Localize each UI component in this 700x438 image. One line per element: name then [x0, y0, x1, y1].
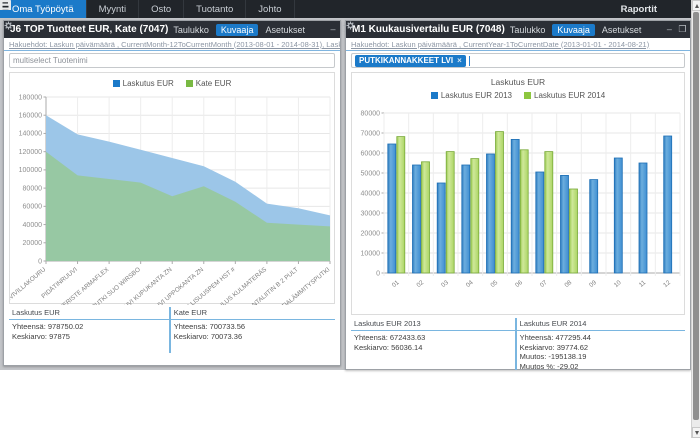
svg-text:11: 11 [638, 279, 648, 289]
tab-taulukko[interactable]: Taulukko [505, 24, 551, 36]
svg-text:04: 04 [465, 279, 475, 289]
summary-kate: Kate EUR Yhteensä: 700733.56 Keskiarvo: … [168, 307, 335, 353]
svg-text:50000: 50000 [361, 170, 381, 177]
svg-text:02: 02 [415, 279, 425, 289]
svg-text:80000: 80000 [361, 110, 381, 117]
summary-header: Kate EUR [170, 307, 335, 320]
nav-item-myynti[interactable]: Myynti [87, 0, 140, 18]
svg-text:60000: 60000 [23, 204, 43, 211]
svg-text:KIVIVILLAKOURU: KIVIVILLAKOURU [10, 266, 48, 305]
search-conditions[interactable]: Hakuehdot: Laskun päivämäärä , CurrentMo… [4, 38, 340, 51]
svg-text:140000: 140000 [19, 131, 42, 138]
widget-titlebar[interactable]: M1 Kuukausivertailu EUR (7048) Taulukko … [346, 21, 698, 38]
text-cursor [468, 55, 470, 66]
maximize-icon[interactable]: ❒ [677, 25, 687, 34]
summary-average: Keskiarvo: 56036.14 [354, 342, 423, 352]
summary-laskutus: Laskutus EUR Yhteensä: 978750.02 Keskiar… [9, 307, 169, 353]
summary-change: Muutos: -195138.19 [519, 352, 587, 361]
minimize-icon[interactable]: – [664, 25, 674, 34]
summary-total: Yhteensä: 477295.44 [519, 333, 591, 342]
svg-text:80000: 80000 [23, 185, 43, 192]
nav-item-tuotanto[interactable]: Tuotanto [184, 0, 247, 18]
svg-text:180000: 180000 [19, 94, 42, 101]
page-scrollbar [691, 0, 700, 438]
summary-total: Yhteensä: 672433.63 [354, 333, 426, 342]
summary-header: Laskutus EUR [9, 307, 169, 320]
widget-month-comparison: M1 Kuukausivertailu EUR (7048) Taulukko … [345, 20, 698, 371]
summary-section: Laskutus EUR 2013 Yhteensä: 672433.63 Ke… [351, 318, 685, 371]
widget-titlebar[interactable]: J6 TOP Tuotteet EUR, Kate (7047) Taulukk… [4, 21, 362, 38]
scroll-down-button[interactable] [692, 427, 700, 438]
reports-label[interactable]: Raportit [621, 4, 657, 15]
tab-asetukset[interactable]: Asetukset [260, 24, 310, 36]
svg-text:70000: 70000 [361, 130, 381, 137]
summary-2014: Laskutus EUR 2014 Yhteensä: 477295.44 Ke… [514, 318, 685, 371]
summary-header: Laskutus EUR 2013 [351, 318, 515, 331]
filter-chip: PUTKIKANNAKKEET LVI × [355, 54, 466, 67]
minimize-icon[interactable]: – [328, 25, 338, 34]
svg-text:08: 08 [563, 279, 573, 289]
svg-text:10000: 10000 [361, 250, 381, 257]
svg-text:20000: 20000 [23, 240, 43, 247]
svg-text:10: 10 [613, 279, 623, 289]
svg-text:09: 09 [588, 279, 598, 289]
svg-text:20000: 20000 [361, 230, 381, 237]
nav-item-johto[interactable]: Johto [246, 0, 295, 18]
svg-text:03: 03 [440, 279, 450, 289]
bar-chart[interactable]: Laskutus EUR Laskutus EUR 2013 Laskutus EU… [351, 72, 685, 315]
search-conditions[interactable]: Hakuehdot: Laskun päivämäärä , CurrentYe… [346, 38, 690, 51]
summary-average: Keskiarvo: 97875 [12, 331, 70, 341]
top-navbar: Oma Työpöytä Myynti Osto Tuotanto Johto … [0, 0, 691, 18]
scrollbar-thumb[interactable] [693, 12, 699, 420]
summary-total: Yhteensä: 700733.56 [173, 322, 246, 331]
summary-header: Laskutus EUR 2014 [516, 318, 685, 331]
svg-text:160000: 160000 [19, 113, 42, 120]
summary-2013: Laskutus EUR 2013 Yhteensä: 672433.63 Ke… [351, 318, 515, 370]
svg-text:30000: 30000 [361, 210, 381, 217]
nav-item-osto[interactable]: Osto [139, 0, 185, 18]
svg-text:40000: 40000 [361, 190, 381, 197]
svg-text:0: 0 [376, 270, 380, 277]
tab-taulukko[interactable]: Taulukko [168, 24, 214, 36]
svg-text:120000: 120000 [19, 149, 42, 156]
svg-text:60000: 60000 [361, 150, 381, 157]
svg-text:05: 05 [489, 279, 499, 289]
scroll-up-button[interactable] [692, 0, 700, 11]
svg-text:06: 06 [514, 279, 524, 289]
tab-kuvaaja[interactable]: Kuvaaja [215, 23, 259, 36]
svg-text:12: 12 [662, 279, 672, 289]
svg-text:01: 01 [391, 279, 401, 289]
summary-average: Keskiarvo: 39774.62 [519, 342, 589, 352]
area-chart[interactable]: Laskutus EUR Kate EUR 0 20000 40000 60000 8000… [9, 72, 335, 305]
svg-text:0: 0 [38, 258, 42, 265]
product-filter-input[interactable]: multiselect Tuotenimi [9, 53, 335, 68]
tab-kuvaaja[interactable]: Kuvaaja [552, 23, 595, 36]
widget-title: M1 Kuukausivertailu EUR (7048) [352, 24, 505, 35]
nav-item-oma-tyopoyta[interactable]: Oma Työpöytä [0, 0, 87, 18]
widget-title: J6 TOP Tuotteet EUR, Kate (7047) [10, 24, 169, 35]
svg-text:100000: 100000 [19, 167, 42, 174]
filter-chip-label: PUTKIKANNAKKEET LVI [359, 56, 454, 65]
chip-remove-icon[interactable]: × [457, 56, 462, 65]
summary-section: Laskutus EUR Yhteensä: 978750.02 Keskiar… [9, 307, 335, 353]
svg-text:40000: 40000 [23, 222, 43, 229]
product-filter-input[interactable]: PUTKIKANNAKKEET LVI × [351, 53, 685, 68]
svg-text:07: 07 [539, 279, 549, 289]
summary-total: Yhteensä: 978750.02 [12, 322, 84, 331]
tab-asetukset[interactable]: Asetukset [597, 24, 647, 36]
summary-change-pct: Muutos %: -29.02 [519, 361, 579, 371]
summary-average: Keskiarvo: 70073.36 [173, 331, 243, 341]
filter-placeholder: multiselect Tuotenimi [13, 56, 88, 65]
widget-top-products: J6 TOP Tuotteet EUR, Kate (7047) Taulukk… [3, 20, 362, 366]
